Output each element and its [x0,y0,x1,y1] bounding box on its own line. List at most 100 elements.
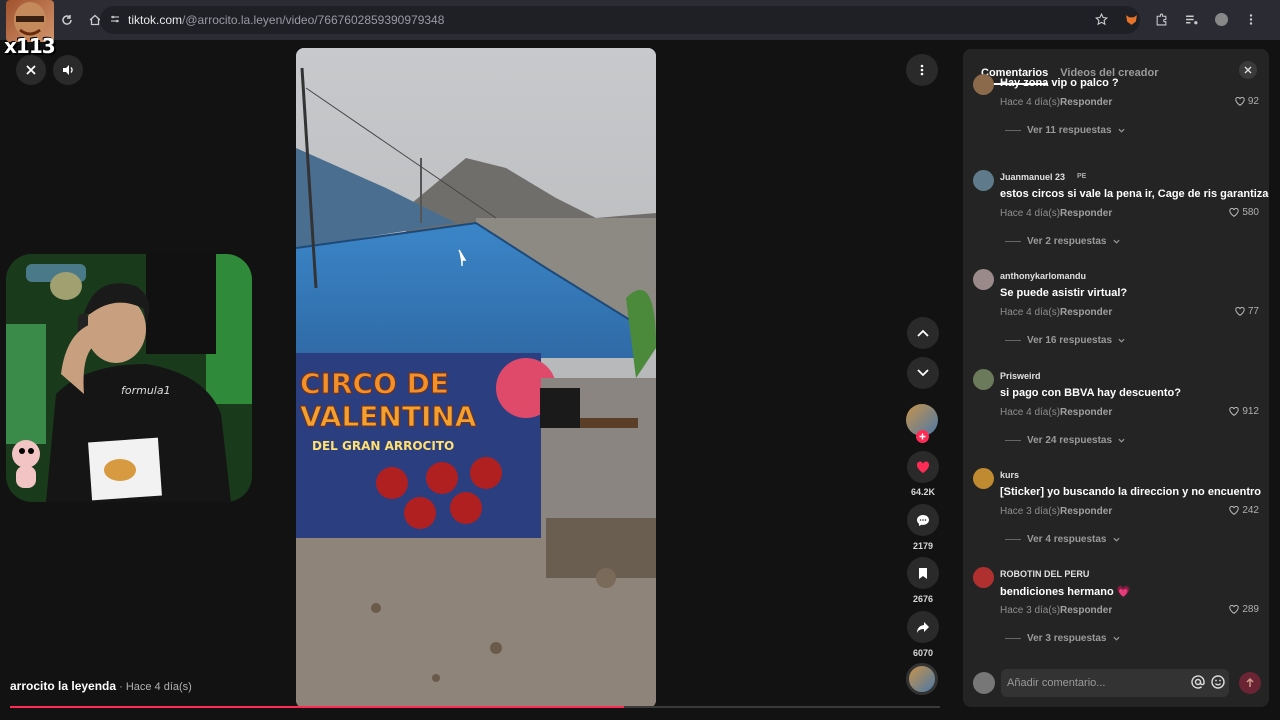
comment-text: [Sticker] yo buscando la direccion y no … [1000,486,1262,498]
next-video-button[interactable] [907,357,939,389]
comment-avatar[interactable] [973,567,994,588]
view-replies-button[interactable]: Ver 24 respuestas [1005,435,1125,446]
previous-video-button[interactable] [907,317,939,349]
view-replies-button[interactable]: Ver 3 respuestas [1005,633,1120,644]
comment-like-button[interactable]: 580 [1229,207,1259,218]
comment-avatar[interactable] [973,269,994,290]
comment-text: estos circos si vale la pena ir, Cage de… [1000,188,1269,200]
view-replies-label: Ver 16 respuestas [1027,335,1113,346]
reply-button[interactable]: Responder [1060,506,1112,517]
close-panel-button[interactable] [1239,61,1257,79]
reply-button[interactable]: Responder [1060,407,1112,418]
comment-timestamp: Hace 4 día(s) [1000,307,1061,318]
view-replies-button[interactable]: Ver 16 respuestas [1005,335,1125,346]
close-video-button[interactable] [16,55,46,85]
reply-button[interactable]: Responder [1060,97,1112,108]
banner-line-3: DEL GRAN ARROCITO [312,439,454,453]
follow-button[interactable] [916,430,929,443]
heart-outline-icon [1229,605,1239,614]
comment-user-region: PE [1077,173,1087,180]
comment-like-count: 242 [1242,505,1259,516]
comment-button[interactable] [907,504,939,536]
heart-outline-icon [1235,97,1245,106]
more-options-button[interactable] [906,54,938,86]
save-button[interactable] [907,557,939,589]
chevron-down-icon [1118,338,1125,343]
comment-like-count: 580 [1242,207,1259,218]
comment-like-button[interactable]: 289 [1229,604,1259,615]
comment-username[interactable]: ROBOTIN DEL PERU [1000,569,1089,579]
webcam-shirt-text: formula1 [121,384,171,397]
browser-extension-icons [1092,10,1260,28]
chevron-up-icon [917,329,929,337]
site-info-icon[interactable] [110,13,120,27]
media-queue-icon[interactable] [1182,10,1200,28]
comment-like-button[interactable]: 242 [1229,505,1259,516]
heart-outline-icon [1229,208,1239,217]
more-vertical-icon [920,64,924,76]
share-arrow-icon [917,621,929,633]
input-icons [1191,675,1225,694]
page: tiktok.com/@arrocito.la.leyen/video/7667… [0,0,1280,720]
comment-avatar[interactable] [973,468,994,489]
arrow-up-icon [1246,678,1254,687]
music-disc[interactable] [906,663,938,695]
send-comment-button[interactable] [1239,672,1261,694]
extensions-puzzle-icon[interactable] [1152,10,1170,28]
plus-icon [919,433,926,440]
close-icon [26,65,36,75]
profile-avatar-icon[interactable] [1212,10,1230,28]
comment-avatar[interactable] [973,74,994,95]
heart-outline-icon [1229,407,1239,416]
comments-panel: Comentarios Videos del creador Hay zona … [963,49,1269,707]
extension-fox-icon[interactable] [1122,10,1140,28]
address-bar[interactable]: tiktok.com/@arrocito.la.leyen/video/7667… [100,6,1140,34]
comment-username[interactable]: kurs [1000,470,1019,480]
emoji-icon[interactable] [1211,675,1225,694]
chevron-down-icon [917,369,929,377]
share-button[interactable] [907,611,939,643]
comment-username[interactable]: anthonykarlomandu [1000,271,1086,281]
comment-like-button[interactable]: 77 [1235,306,1259,317]
video-player[interactable]: CIRCO DE VALENTINA DEL GRAN ARROCITO [296,48,656,708]
browser-menu-icon[interactable] [1242,10,1260,28]
replies-divider [1005,241,1021,242]
comment-text: Hay zona vip o palco ? [1000,77,1119,89]
view-replies-button[interactable]: Ver 2 respuestas [1005,236,1120,247]
comment-text: bendiciones hermano 💗 [1000,586,1131,598]
comment-like-count: 289 [1242,604,1259,615]
view-replies-button[interactable]: Ver 11 respuestas [1005,125,1125,136]
heart-outline-icon [1229,506,1239,515]
replies-divider [1005,130,1021,131]
comment-avatar[interactable] [973,170,994,191]
comment-avatar[interactable] [973,369,994,390]
volume-button[interactable] [53,55,83,85]
reply-button[interactable]: Responder [1060,208,1112,219]
video-progress-bar[interactable] [10,706,940,708]
reload-icon[interactable] [56,9,78,31]
like-button[interactable] [907,451,939,483]
url-path: /@arrocito.la.leyen/video/76676028593909… [182,13,445,27]
comment-username[interactable]: Prisweird [1000,371,1041,381]
url-host: tiktok.com [128,13,183,27]
caption-author[interactable]: arrocito la leyenda [10,679,116,693]
comment-text: Se puede asistir virtual? [1000,287,1128,299]
reply-button[interactable]: Responder [1060,307,1112,318]
view-replies-label: Ver 24 respuestas [1027,435,1113,446]
replies-divider [1005,340,1021,341]
comment-text: si pago con BBVA hay descuento? [1000,387,1181,399]
bookmark-star-icon[interactable] [1092,10,1110,28]
view-replies-button[interactable]: Ver 4 respuestas [1005,534,1120,545]
heart-icon [916,461,930,473]
mention-icon[interactable] [1191,675,1205,694]
comment-like-count: 77 [1247,306,1259,317]
comment-like-button[interactable]: 92 [1235,96,1259,107]
comment-like-button[interactable]: 912 [1229,406,1259,417]
comment-timestamp: Hace 3 día(s) [1000,605,1061,616]
browser-toolbar: tiktok.com/@arrocito.la.leyen/video/7667… [0,0,1280,40]
reply-button[interactable]: Responder [1060,605,1112,616]
view-replies-label: Ver 4 respuestas [1027,534,1107,545]
view-replies-label: Ver 11 respuestas [1027,125,1112,136]
share-count: 6070 [912,648,934,658]
comment-username[interactable]: Juanmanuel 23 [1000,172,1065,182]
